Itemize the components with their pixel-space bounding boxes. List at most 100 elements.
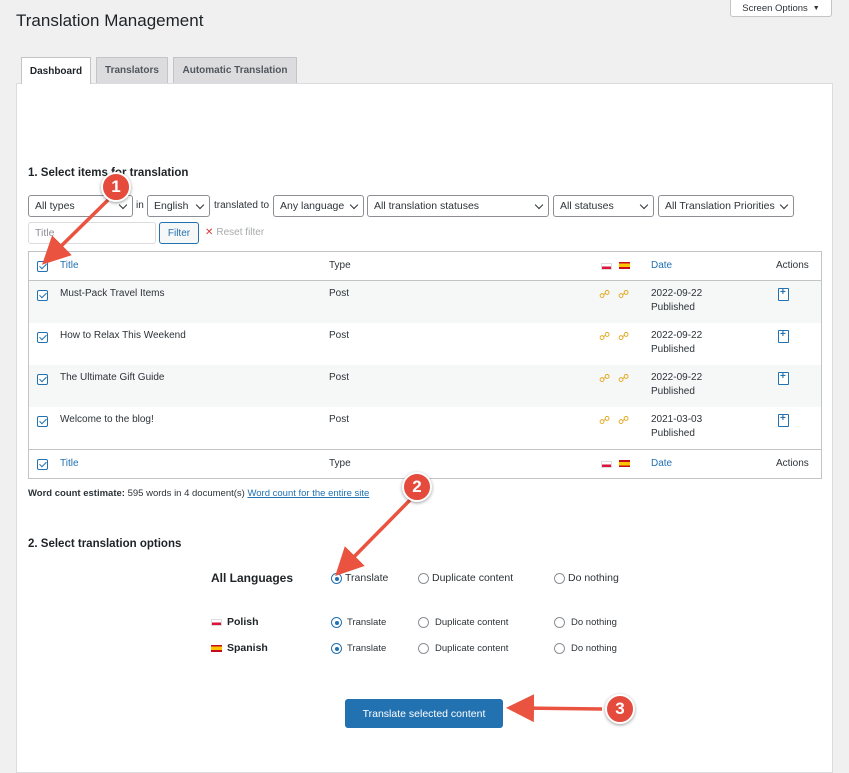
reset-filter-link[interactable]: ✕ Reset filter bbox=[205, 227, 264, 238]
date-column-footer[interactable]: Date bbox=[651, 458, 672, 469]
polish-flag-icon bbox=[211, 619, 222, 626]
row-title: Must-Pack Travel Items bbox=[60, 288, 165, 299]
polish-language-label: Polish bbox=[227, 616, 259, 628]
translation-status-select[interactable]: All translation statuses bbox=[367, 195, 549, 217]
row-checkbox[interactable] bbox=[37, 332, 48, 343]
chevron-down-icon bbox=[534, 200, 544, 209]
polish-flag-icon bbox=[601, 461, 612, 468]
select-value: All statuses bbox=[560, 200, 614, 212]
actions-column-footer: Actions bbox=[776, 458, 809, 469]
annotation-badge-3: 3 bbox=[605, 694, 635, 724]
type-column-header: Type bbox=[329, 260, 351, 271]
row-title: How to Relax This Weekend bbox=[60, 330, 186, 341]
row-type: Post bbox=[329, 330, 350, 341]
tab-label: Translators bbox=[105, 65, 159, 76]
annotation-badge-1: 1 bbox=[101, 172, 131, 202]
row-status: Published bbox=[651, 344, 695, 355]
radio-label: Duplicate content bbox=[432, 572, 514, 584]
chevron-down-icon bbox=[639, 200, 649, 209]
radio-label: Duplicate content bbox=[435, 643, 509, 654]
table-row: Must-Pack Travel Items Post ☍ ☍ 2022-09-… bbox=[29, 281, 821, 323]
date-column-header[interactable]: Date bbox=[651, 260, 672, 271]
translated-to-label: translated to bbox=[214, 200, 270, 211]
translation-needed-icon[interactable]: ☍ bbox=[599, 288, 610, 301]
title-filter-input[interactable]: Title bbox=[28, 222, 156, 244]
select-all-checkbox[interactable] bbox=[37, 261, 48, 272]
table-header-row: Title Type Date Actions bbox=[29, 252, 821, 281]
radio-label: Do nothing bbox=[571, 643, 617, 654]
translation-needed-icon[interactable]: ☍ bbox=[618, 414, 629, 427]
screen-options-button[interactable]: Screen Options ▼ bbox=[730, 0, 832, 17]
priority-select[interactable]: All Translation Priorities bbox=[658, 195, 794, 217]
radio-label: Translate bbox=[347, 617, 387, 628]
spanish-duplicate-radio[interactable] bbox=[418, 643, 429, 654]
spanish-nothing-radio[interactable] bbox=[554, 643, 565, 654]
all-translate-radio[interactable] bbox=[331, 573, 342, 584]
translation-needed-icon[interactable]: ☍ bbox=[618, 288, 629, 301]
select-all-checkbox-footer[interactable] bbox=[37, 459, 48, 470]
type-column-footer: Type bbox=[329, 458, 351, 469]
reset-filter-label: Reset filter bbox=[216, 227, 265, 238]
row-date: 2022-09-22 bbox=[651, 372, 703, 383]
radio-label: Translate bbox=[347, 643, 387, 654]
spanish-translate-radio[interactable] bbox=[331, 643, 342, 654]
word-count-site-link[interactable]: Word count for the entire site bbox=[247, 488, 369, 499]
row-status: Published bbox=[651, 428, 695, 439]
close-icon: ✕ bbox=[205, 227, 214, 238]
table-row: The Ultimate Gift Guide Post ☍ ☍ 2022-09… bbox=[29, 365, 821, 407]
row-date: 2022-09-22 bbox=[651, 288, 703, 299]
filter-button[interactable]: Filter bbox=[159, 222, 199, 244]
translate-selected-content-button[interactable]: Translate selected content bbox=[345, 699, 503, 728]
in-label: in bbox=[136, 200, 144, 211]
polish-duplicate-radio[interactable] bbox=[418, 617, 429, 628]
word-count-label: Word count estimate: bbox=[28, 488, 125, 499]
caret-down-icon: ▼ bbox=[812, 4, 820, 12]
title-column-header[interactable]: Title bbox=[60, 260, 79, 271]
select-value: English bbox=[154, 200, 189, 212]
row-checkbox[interactable] bbox=[37, 374, 48, 385]
word-count-estimate: Word count estimate: 595 words in 4 docu… bbox=[28, 488, 369, 499]
all-languages-label: All Languages bbox=[211, 571, 294, 585]
row-type: Post bbox=[329, 372, 350, 383]
polish-nothing-radio[interactable] bbox=[554, 617, 565, 628]
add-translation-icon[interactable] bbox=[778, 371, 789, 385]
translation-needed-icon[interactable]: ☍ bbox=[599, 372, 610, 385]
select-value: All translation statuses bbox=[374, 200, 480, 212]
actions-column-header: Actions bbox=[776, 260, 809, 271]
chevron-down-icon bbox=[349, 200, 359, 209]
add-translation-icon[interactable] bbox=[778, 329, 789, 343]
polish-flag-icon bbox=[601, 263, 612, 270]
word-count-text: 595 words in 4 document(s) bbox=[127, 488, 245, 499]
tab-label: Automatic Translation bbox=[182, 65, 288, 76]
all-duplicate-radio[interactable] bbox=[418, 573, 429, 584]
title-column-footer[interactable]: Title bbox=[60, 458, 79, 469]
row-checkbox[interactable] bbox=[37, 290, 48, 301]
select-value: Any language bbox=[280, 200, 345, 212]
radio-label: Translate bbox=[345, 572, 389, 584]
row-date: 2022-09-22 bbox=[651, 330, 703, 341]
radio-label: Do nothing bbox=[568, 572, 619, 584]
add-translation-icon[interactable] bbox=[778, 287, 789, 301]
add-translation-icon[interactable] bbox=[778, 413, 789, 427]
status-select[interactable]: All statuses bbox=[553, 195, 654, 217]
translation-needed-icon[interactable]: ☍ bbox=[618, 372, 629, 385]
all-nothing-radio[interactable] bbox=[554, 573, 565, 584]
tab-translators[interactable]: Translators bbox=[96, 57, 168, 83]
spanish-flag-icon bbox=[619, 460, 630, 467]
tab-dashboard[interactable]: Dashboard bbox=[21, 57, 91, 84]
table-row: How to Relax This Weekend Post ☍ ☍ 2022-… bbox=[29, 323, 821, 365]
translation-needed-icon[interactable]: ☍ bbox=[599, 330, 610, 343]
row-status: Published bbox=[651, 386, 695, 397]
row-checkbox[interactable] bbox=[37, 416, 48, 427]
chevron-down-icon bbox=[195, 200, 205, 209]
section-heading-translation-options: 2. Select translation options bbox=[28, 538, 182, 550]
translation-needed-icon[interactable]: ☍ bbox=[618, 330, 629, 343]
source-language-select[interactable]: English bbox=[147, 195, 210, 217]
tab-automatic-translation[interactable]: Automatic Translation bbox=[173, 57, 297, 83]
select-value: All Translation Priorities bbox=[665, 200, 775, 212]
row-title: Welcome to the blog! bbox=[60, 414, 154, 425]
polish-translate-radio[interactable] bbox=[331, 617, 342, 628]
translation-needed-icon[interactable]: ☍ bbox=[599, 414, 610, 427]
target-language-select[interactable]: Any language bbox=[273, 195, 364, 217]
row-type: Post bbox=[329, 414, 350, 425]
